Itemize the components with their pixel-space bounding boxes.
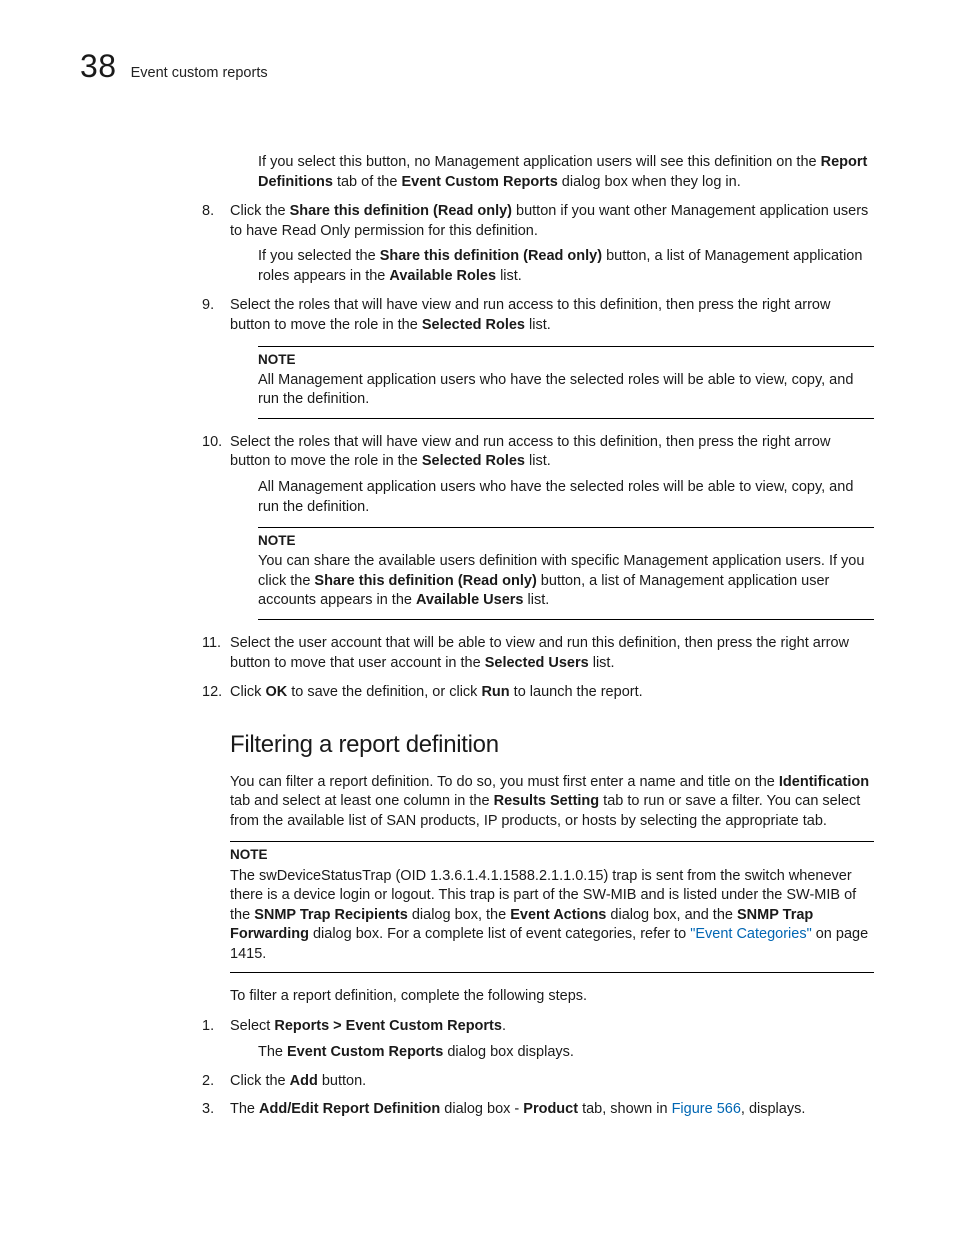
note-label: NOTE: [230, 846, 874, 864]
text: dialog box, the: [408, 907, 510, 923]
step-9: 9. Select the roles that will have view …: [202, 296, 874, 335]
bold: Available Roles: [389, 268, 496, 284]
bold: Event Custom Reports: [287, 1044, 443, 1060]
text: You can filter a report definition. To d…: [230, 774, 779, 790]
step-number: 9.: [202, 296, 230, 335]
step-12: 12. Click OK to save the definition, or …: [202, 683, 874, 703]
step-text: Select the roles that will have view and…: [230, 433, 874, 472]
bold: SNMP Trap Recipients: [254, 907, 408, 923]
note-body: The swDeviceStatusTrap (OID 1.3.6.1.4.1.…: [230, 867, 874, 965]
text: , displays.: [741, 1101, 805, 1117]
step-10: 10. Select the roles that will have view…: [202, 433, 874, 472]
text: tab of the: [333, 174, 402, 190]
body-col: If you select this button, no Management…: [230, 153, 874, 703]
link-figure-566[interactable]: Figure 566: [672, 1101, 741, 1117]
heading-filtering: Filtering a report definition: [230, 731, 874, 759]
step-text: Select Reports > Event Custom Reports.: [230, 1017, 874, 1037]
text: Select: [230, 1018, 274, 1034]
filter-step-3: 3. The Add/Edit Report Definition dialog…: [202, 1100, 874, 1120]
step-number: 10.: [202, 433, 230, 472]
bold: Add: [290, 1073, 318, 1089]
text: button.: [318, 1073, 366, 1089]
step-8-sub: If you selected the Share this definitio…: [258, 247, 874, 286]
filter-lead: To filter a report definition, complete …: [230, 987, 874, 1007]
step-text: The Add/Edit Report Definition dialog bo…: [230, 1100, 874, 1120]
text: to save the definition, or click: [287, 684, 481, 700]
bold: Reports > Event Custom Reports: [274, 1018, 502, 1034]
bold: Add/Edit Report Definition: [259, 1101, 440, 1117]
text: list.: [496, 268, 522, 284]
bold: Identification: [779, 774, 869, 790]
text: If you selected the: [258, 248, 380, 264]
text: Click: [230, 684, 265, 700]
bold: Share this definition (Read only): [314, 573, 536, 589]
note-filter: NOTE The swDeviceStatusTrap (OID 1.3.6.1…: [230, 841, 874, 973]
text: list.: [589, 655, 615, 671]
text: to launch the report.: [510, 684, 643, 700]
step-text: Click OK to save the definition, or clic…: [230, 683, 874, 703]
step-8: 8. Click the Share this definition (Read…: [202, 202, 874, 241]
running-head: 38 Event custom reports: [80, 48, 874, 85]
filter-step-2: 2. Click the Add button.: [202, 1072, 874, 1092]
note-label: NOTE: [258, 532, 874, 550]
bold: Selected Roles: [422, 453, 525, 469]
step-11: 11. Select the user account that will be…: [202, 634, 874, 673]
bold: Selected Roles: [422, 317, 525, 333]
text: .: [502, 1018, 506, 1034]
bold: Event Custom Reports: [401, 174, 557, 190]
text: list.: [525, 453, 551, 469]
text: dialog box when they log in.: [558, 174, 741, 190]
text: dialog box displays.: [443, 1044, 574, 1060]
chapter-number: 38: [80, 48, 117, 85]
bold: Available Users: [416, 592, 523, 608]
text: dialog box, and the: [606, 907, 737, 923]
step-number: 3.: [202, 1100, 230, 1120]
bold: Share this definition (Read only): [290, 203, 512, 219]
filter-intro: You can filter a report definition. To d…: [230, 773, 874, 832]
step-text: Select the roles that will have view and…: [230, 296, 874, 335]
step-10-sub: All Management application users who hav…: [258, 478, 874, 517]
text: Click the: [230, 1073, 290, 1089]
filter-step-1-sub: The Event Custom Reports dialog box disp…: [258, 1043, 874, 1063]
page: 38 Event custom reports If you select th…: [0, 0, 954, 1235]
step-number: 1.: [202, 1017, 230, 1037]
note-body: All Management application users who hav…: [258, 371, 874, 410]
step-number: 2.: [202, 1072, 230, 1092]
text: dialog box. For a complete list of event…: [309, 926, 690, 942]
chapter-title: Event custom reports: [131, 65, 268, 81]
note-body: You can share the available users defini…: [258, 552, 874, 611]
text: list.: [523, 592, 549, 608]
text: tab, shown in: [578, 1101, 672, 1117]
step-text: Click the Add button.: [230, 1072, 874, 1092]
bold: Results Setting: [494, 793, 600, 809]
link-event-categories[interactable]: "Event Categories": [690, 926, 812, 942]
text: dialog box -: [440, 1101, 523, 1117]
step-text: Click the Share this definition (Read on…: [230, 202, 874, 241]
bold: Product: [523, 1101, 578, 1117]
step-number: 12.: [202, 683, 230, 703]
filter-section: You can filter a report definition. To d…: [230, 773, 874, 1120]
filter-step-1: 1. Select Reports > Event Custom Reports…: [202, 1017, 874, 1037]
note-step-10: NOTE You can share the available users d…: [258, 527, 874, 620]
bold: Share this definition (Read only): [380, 248, 602, 264]
note-step-9: NOTE All Management application users wh…: [258, 346, 874, 419]
text: Click the: [230, 203, 290, 219]
bold: Selected Users: [485, 655, 589, 671]
step-number: 11.: [202, 634, 230, 673]
text: The: [258, 1044, 287, 1060]
note-label: NOTE: [258, 351, 874, 369]
bold: OK: [265, 684, 287, 700]
step-number: 8.: [202, 202, 230, 241]
text: The: [230, 1101, 259, 1117]
text: If you select this button, no Management…: [258, 154, 821, 170]
bold: Run: [481, 684, 509, 700]
text: tab and select at least one column in th…: [230, 793, 494, 809]
step-text: Select the user account that will be abl…: [230, 634, 874, 673]
text: list.: [525, 317, 551, 333]
intro-paragraph: If you select this button, no Management…: [258, 153, 874, 192]
bold: Event Actions: [510, 907, 606, 923]
